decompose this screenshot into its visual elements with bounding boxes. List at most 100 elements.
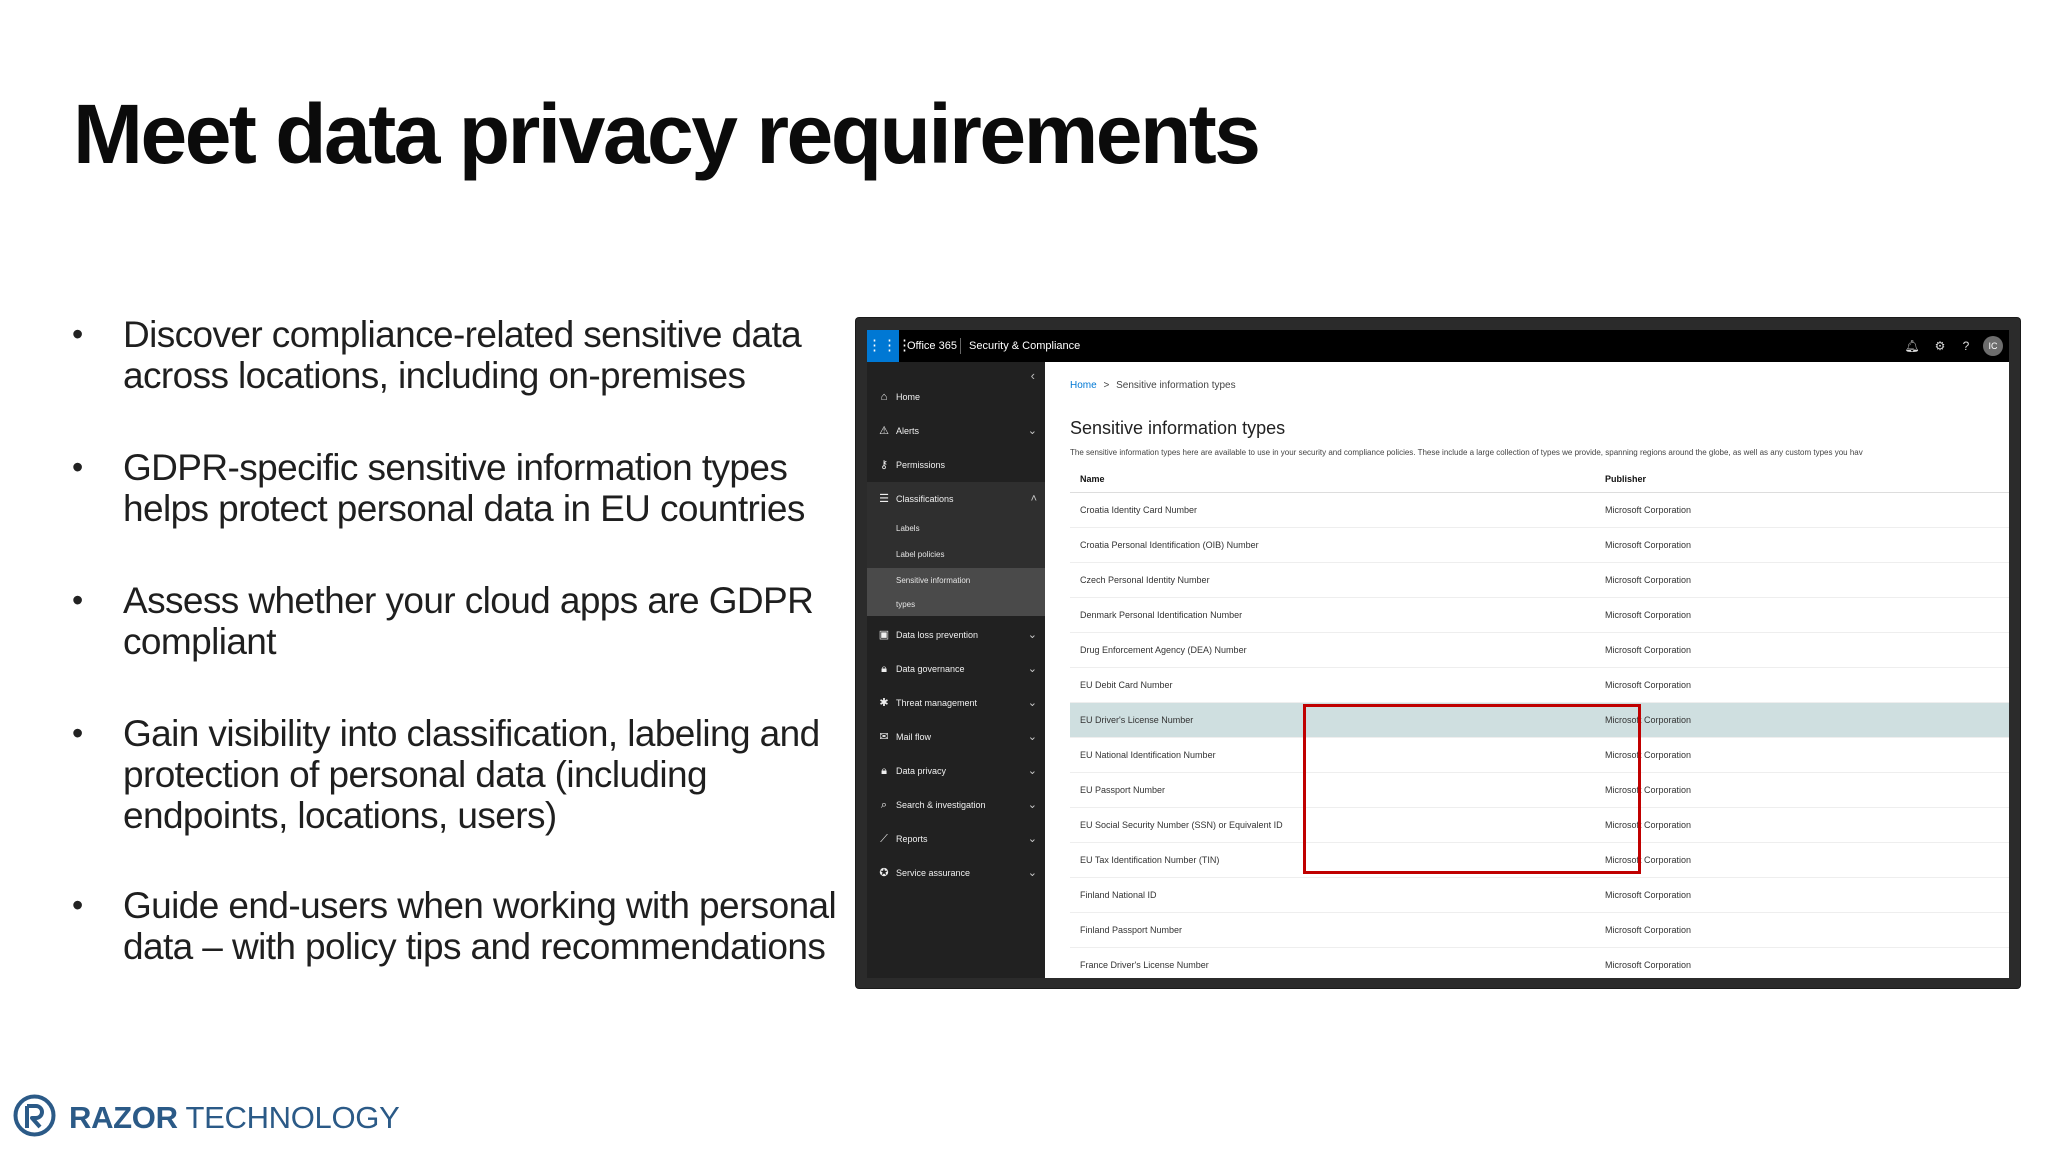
brand-label[interactable]: Office 365 bbox=[907, 330, 957, 362]
home-icon: ⌂ bbox=[880, 391, 888, 403]
cell-name: Czech Personal Identity Number bbox=[1080, 575, 1210, 585]
nav-item-alerts[interactable]: ⚠ Alerts ⌄ bbox=[867, 414, 1045, 448]
nav-item-data-governance[interactable]: 🔒︎ Data governance ⌄ bbox=[867, 652, 1045, 686]
nav-label: Classifications bbox=[896, 494, 954, 504]
lock-icon: 🔒︎ bbox=[881, 663, 887, 675]
gear-icon[interactable]: ⚙ bbox=[1931, 330, 1949, 362]
app-launcher-icon[interactable]: ⋮⋮⋮ bbox=[867, 330, 912, 362]
nav-item-search[interactable]: ⌕ Search & investigation ⌄ bbox=[867, 788, 1045, 822]
chevron-down-icon: ⌄ bbox=[1027, 697, 1037, 709]
nav-label: Search & investigation bbox=[896, 800, 986, 810]
slide-title: Meet data privacy requirements bbox=[73, 87, 1261, 181]
breadcrumb: Home > Sensitive information types bbox=[1070, 380, 1236, 391]
table-row[interactable]: Denmark Personal Identification Number Mi… bbox=[1070, 598, 2009, 633]
nav-label: Data privacy bbox=[896, 766, 947, 776]
list-icon: ☰ bbox=[879, 493, 889, 505]
logo-text-light: TECHNOLOGY bbox=[177, 1100, 400, 1135]
cell-name: Denmark Personal Identification Number bbox=[1080, 610, 1243, 620]
permissions-icon: ⚷ bbox=[879, 459, 889, 471]
cell-publisher: Microsoft Corporation bbox=[1605, 645, 1692, 655]
page-title: Sensitive information types bbox=[1070, 418, 1286, 438]
cell-name: EU Social Security Number (SSN) or Equiv… bbox=[1080, 820, 1283, 830]
cell-publisher: Microsoft Corporation bbox=[1605, 540, 1692, 550]
table-row[interactable]: EU Debit Card Number Microsoft Corporatio… bbox=[1070, 668, 2009, 703]
ribbon-icon: ✪ bbox=[879, 867, 889, 879]
search-icon: ⌕ bbox=[880, 799, 888, 811]
chevron-up-icon: ˄ bbox=[1030, 493, 1037, 505]
bullet-item: Guide end-users when working with person… bbox=[72, 885, 842, 967]
bell-icon[interactable]: 🔔︎ bbox=[1903, 330, 1921, 362]
subnav-item-label-policies[interactable]: Label policies bbox=[867, 542, 1045, 568]
table-row[interactable]: Drug Enforcement Agency (DEA) Number Micr… bbox=[1070, 633, 2009, 668]
divider bbox=[960, 338, 961, 354]
bug-icon: ✱ bbox=[879, 697, 889, 709]
nav-item-classifications[interactable]: ☰ Classifications ˄ bbox=[867, 482, 1045, 516]
chevron-down-icon: ⌄ bbox=[1027, 799, 1037, 811]
column-header-name[interactable]: Name bbox=[1080, 466, 1105, 492]
nav-item-data-privacy[interactable]: 🔒︎ Data privacy ⌄ bbox=[867, 754, 1045, 788]
nav-label: Reports bbox=[896, 834, 928, 844]
table-row[interactable]: Croatia Identity Card Number Microsoft Co… bbox=[1070, 493, 2009, 528]
document-lock-icon: ▣ bbox=[878, 629, 890, 641]
screenshot-frame: ⋮⋮⋮ Office 365 Security & Compliance 🔔︎ … bbox=[856, 318, 2020, 988]
cell-publisher: Microsoft Corporation bbox=[1605, 575, 1692, 585]
alert-icon: ⚠ bbox=[879, 425, 889, 437]
nav-item-permissions[interactable]: ⚷ Permissions bbox=[867, 448, 1045, 482]
page-description: The sensitive information types here are… bbox=[1070, 448, 1863, 457]
cell-name: EU Debit Card Number bbox=[1080, 680, 1173, 690]
breadcrumb-separator: > bbox=[1103, 380, 1110, 391]
table-row[interactable]: Finland National ID Microsoft Corporation bbox=[1070, 878, 2009, 913]
nav-label: Data loss prevention bbox=[896, 630, 979, 640]
cell-name: Croatia Identity Card Number bbox=[1080, 505, 1198, 515]
chevron-down-icon: ⌄ bbox=[1027, 765, 1037, 777]
cell-name: EU Passport Number bbox=[1080, 785, 1166, 795]
cell-publisher: Microsoft Corporation bbox=[1605, 610, 1692, 620]
chart-icon: ⟋ bbox=[880, 833, 888, 845]
cell-name: France Driver's License Number bbox=[1080, 960, 1209, 970]
nav-item-threat-management[interactable]: ✱ Threat management ⌄ bbox=[867, 686, 1045, 720]
table-header: Name Publisher bbox=[1070, 466, 2009, 493]
subnav-item-labels[interactable]: Labels bbox=[867, 516, 1045, 542]
razor-logo-icon bbox=[13, 1094, 56, 1137]
bullet-item: GDPR-specific sensitive information type… bbox=[72, 447, 842, 529]
app-window: ⋮⋮⋮ Office 365 Security & Compliance 🔔︎ … bbox=[867, 330, 2009, 978]
cell-publisher: Microsoft Corporation bbox=[1605, 505, 1692, 515]
help-icon[interactable]: ? bbox=[1957, 330, 1975, 362]
nav-label: Mail flow bbox=[896, 732, 932, 742]
table-row[interactable]: Czech Personal Identity Number Microsoft … bbox=[1070, 563, 2009, 598]
table-row[interactable]: Finland Passport Number Microsoft Corpora… bbox=[1070, 913, 2009, 948]
table-row[interactable]: France Driver's License Number Microsoft … bbox=[1070, 948, 2009, 978]
nav-label: Data governance bbox=[896, 664, 965, 674]
subnav-item-sensitive-info-types[interactable]: Sensitive information types bbox=[867, 568, 1045, 616]
mail-icon: ✉ bbox=[879, 731, 889, 743]
highlight-box bbox=[1303, 704, 1641, 874]
nav-item-home[interactable]: ⌂ Home bbox=[867, 380, 1045, 414]
logo-text-bold: RAZOR bbox=[69, 1100, 178, 1135]
chevron-down-icon: ⌄ bbox=[1027, 867, 1037, 879]
chevron-down-icon: ⌄ bbox=[1027, 663, 1037, 675]
column-header-publisher[interactable]: Publisher bbox=[1605, 466, 1646, 492]
nav-item-service-assurance[interactable]: ✪ Service assurance ⌄ bbox=[867, 856, 1045, 890]
nav-item-mail-flow[interactable]: ✉ Mail flow ⌄ bbox=[867, 720, 1045, 754]
cell-name: EU National Identification Number bbox=[1080, 750, 1216, 760]
cell-publisher: Microsoft Corporation bbox=[1605, 890, 1692, 900]
chevron-down-icon: ⌄ bbox=[1027, 425, 1037, 437]
nav-item-reports[interactable]: ⟋ Reports ⌄ bbox=[867, 822, 1045, 856]
bullet-item: Gain visibility into classification, lab… bbox=[72, 713, 842, 836]
avatar[interactable]: IC bbox=[1983, 336, 2003, 356]
chevron-down-icon: ⌄ bbox=[1027, 833, 1037, 845]
bullet-item: Discover compliance-related sensitive da… bbox=[72, 314, 842, 396]
bullet-item: Assess whether your cloud apps are GDPR … bbox=[72, 580, 842, 662]
nav-label: Service assurance bbox=[896, 868, 971, 878]
subnav-label: Label policies bbox=[896, 550, 945, 559]
main-content: Home > Sensitive information types Sensi… bbox=[1045, 362, 2009, 978]
top-bar: ⋮⋮⋮ Office 365 Security & Compliance 🔔︎ … bbox=[867, 330, 2009, 362]
subnav-label: types bbox=[896, 600, 916, 609]
table-row[interactable]: Croatia Personal Identification (OIB) Nu… bbox=[1070, 528, 2009, 563]
bullet-list: Discover compliance-related sensitive da… bbox=[72, 314, 842, 967]
chevron-down-icon: ⌄ bbox=[1027, 629, 1037, 641]
breadcrumb-home[interactable]: Home bbox=[1070, 380, 1097, 391]
nav-item-dlp[interactable]: ▣ Data loss prevention ⌄ bbox=[867, 618, 1045, 652]
nav-label: Home bbox=[896, 392, 921, 402]
product-label[interactable]: Security & Compliance bbox=[969, 330, 1080, 362]
